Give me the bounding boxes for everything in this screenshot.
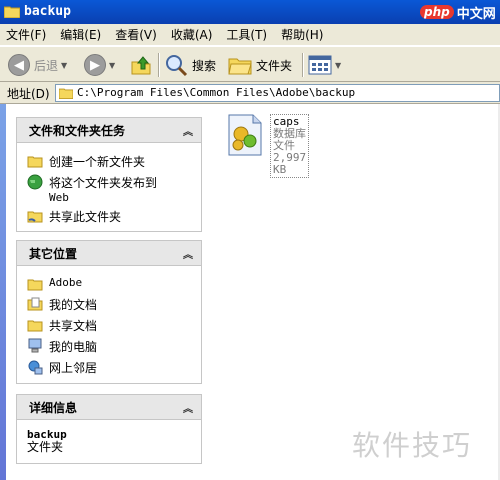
collapse-chevron-icon[interactable]: ︽ (183, 246, 193, 261)
menu-edit[interactable]: 编辑(E) (60, 26, 101, 43)
address-path: C:\Program Files\Common Files\Adobe\back… (77, 86, 356, 99)
forward-button[interactable]: ▶ ▼ (84, 52, 115, 78)
panel-title: 其它位置 (29, 246, 78, 261)
title-bar: backup php 中文网 (0, 0, 500, 24)
address-input[interactable]: C:\Program Files\Common Files\Adobe\back… (55, 84, 500, 102)
views-button[interactable]: ▼ (308, 52, 341, 78)
file-label: caps 数据库文件 2,997 KB (270, 114, 310, 178)
panel-title: 详细信息 (29, 400, 78, 415)
globe-icon (27, 174, 43, 190)
toolbar: ◀ 后退 ▼ ▶ ▼ 搜索 文件夹 ▼ (0, 46, 500, 82)
task-share-folder[interactable]: 共享此文件夹 (27, 208, 201, 225)
place-adobe[interactable]: Adobe (27, 276, 201, 292)
details-type: 文件夹 (27, 440, 64, 454)
up-folder-icon (131, 56, 151, 75)
menu-bar: 文件(F) 编辑(E) 查看(V) 收藏(A) 工具(T) 帮助(H) (0, 24, 500, 46)
place-network[interactable]: 网上邻居 (27, 359, 201, 376)
panel-header[interactable]: 详细信息 ︽ (17, 395, 201, 420)
folder-icon (4, 6, 20, 18)
new-folder-icon (27, 156, 43, 168)
shared-folder-icon (27, 211, 43, 223)
menu-file[interactable]: 文件(F) (6, 26, 46, 43)
file-size: 2,997 KB (273, 151, 307, 176)
site-logo: php 中文网 (420, 2, 496, 22)
views-icon (308, 55, 332, 75)
computer-icon (28, 338, 42, 353)
place-my-documents[interactable]: 我的文档 (27, 296, 201, 313)
menu-help[interactable]: 帮助(H) (281, 26, 323, 43)
folder-icon (27, 279, 43, 291)
panel-header[interactable]: 其它位置 ︽ (17, 241, 201, 266)
watermark: 软件技巧 (352, 429, 473, 462)
task-new-folder[interactable]: 创建一个新文件夹 (27, 153, 201, 170)
my-documents-icon (27, 297, 43, 311)
other-places-panel: 其它位置 ︽ Adobe 我的文档 共享文档 我的电脑 网上邻居 (16, 240, 202, 384)
folders-button[interactable]: 文件夹 (228, 52, 292, 78)
place-my-computer[interactable]: 我的电脑 (27, 338, 201, 355)
back-button[interactable]: ◀ 后退 ▼ (8, 52, 67, 78)
back-arrow-icon: ◀ (8, 54, 30, 76)
folders-icon (228, 58, 252, 75)
collapse-chevron-icon[interactable]: ︽ (183, 123, 193, 138)
file-folder-tasks-panel: 文件和文件夹任务 ︽ 创建一个新文件夹 将这个文件夹发布到 Web 共享此文件夹 (16, 117, 202, 232)
search-button[interactable]: 搜索 (164, 52, 216, 78)
window-title: backup (24, 4, 71, 19)
network-icon (28, 360, 43, 375)
panel-header[interactable]: 文件和文件夹任务 ︽ (17, 118, 201, 143)
task-publish-web[interactable]: 将这个文件夹发布到 Web (27, 174, 201, 204)
place-shared-documents[interactable]: 共享文档 (27, 317, 201, 334)
panel-title: 文件和文件夹任务 (29, 123, 126, 138)
folder-icon (59, 88, 73, 99)
toolbar-separator (302, 53, 304, 77)
toolbar-separator (158, 53, 160, 77)
search-icon (166, 55, 188, 77)
back-dropdown-icon[interactable]: ▼ (61, 61, 67, 70)
views-dropdown-icon[interactable]: ▼ (335, 61, 341, 70)
forward-dropdown-icon[interactable]: ▼ (109, 61, 115, 70)
details-panel: 详细信息 ︽ backup 文件夹 (16, 394, 202, 464)
up-folder-button[interactable] (130, 52, 152, 78)
menu-tools[interactable]: 工具(T) (226, 26, 267, 43)
address-label: 地址(D) (7, 87, 50, 101)
collapse-chevron-icon[interactable]: ︽ (183, 400, 193, 415)
menu-favorites[interactable]: 收藏(A) (171, 26, 213, 43)
address-bar: 地址(D) C:\Program Files\Common Files\Adob… (0, 82, 500, 104)
folder-icon (27, 320, 43, 332)
database-file-icon (228, 114, 262, 156)
file-type: 数据库文件 (273, 127, 306, 152)
menu-view[interactable]: 查看(V) (115, 26, 157, 43)
forward-arrow-icon: ▶ (84, 54, 106, 76)
